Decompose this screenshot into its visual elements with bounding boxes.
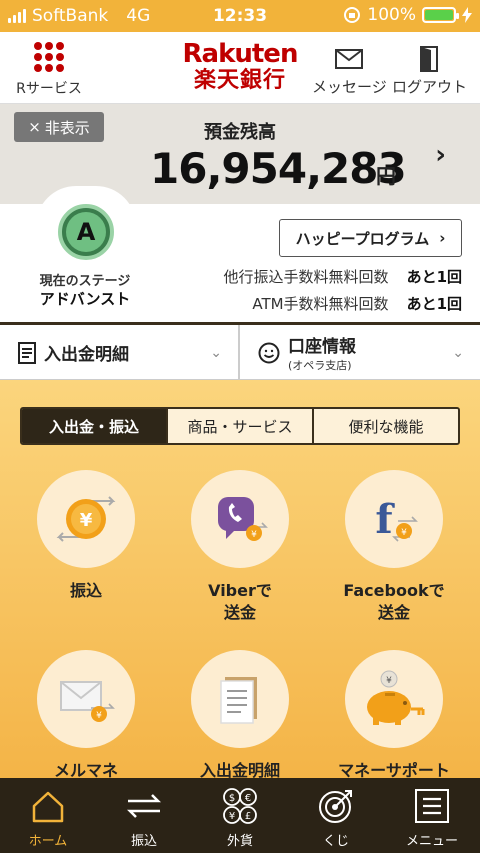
- facebook-transfer-icon: f ¥: [375, 496, 418, 543]
- logo-line1: Rakuten: [182, 39, 299, 69]
- envelope-icon: [335, 49, 364, 69]
- svg-text:¥: ¥: [229, 811, 235, 822]
- stage-panel: A 現在のステージ アドバンスト ハッピープログラム › 他行振込手数料無料回数…: [0, 186, 480, 322]
- account-label: 口座情報: [288, 337, 356, 357]
- orientation-lock-icon: [344, 7, 361, 23]
- balance-label: 預金残高: [204, 122, 276, 143]
- rakuten-bank-logo: Rakuten 楽天銀行: [180, 40, 300, 94]
- tab-deposit-transfer[interactable]: 入出金・振込: [22, 409, 168, 443]
- stage-current-value: アドバンスト: [39, 290, 131, 308]
- svg-text:f: f: [375, 496, 395, 543]
- svg-text:¥: ¥: [96, 711, 102, 721]
- feature-facebook-label: Facebookで 送金: [343, 581, 445, 622]
- piggy-bank-icon: ¥: [367, 670, 425, 725]
- feature-money-support[interactable]: ¥ マネーサポート: [319, 650, 469, 782]
- tabbar-lottery-label: くじ: [322, 834, 349, 849]
- home-icon: [32, 791, 64, 823]
- account-branch: (オペラ支店): [288, 359, 352, 372]
- transfer-fee-label: 他行振込手数料無料回数: [223, 268, 389, 286]
- logout-label: ログアウト: [392, 78, 468, 96]
- chevron-down-icon: ⌄: [210, 345, 222, 361]
- menu-icon: [415, 789, 449, 823]
- tabbar-foreign-currency[interactable]: $ € ¥ £ 外貨: [192, 778, 288, 853]
- rservice-label: Rサービス: [16, 81, 82, 97]
- smile-icon: [258, 342, 280, 363]
- tabbar-home[interactable]: ホーム: [0, 778, 96, 853]
- logo-line2: 楽天銀行: [193, 68, 286, 93]
- feature-facebook[interactable]: f ¥ Facebookで 送金: [319, 470, 469, 624]
- feature-mail-money[interactable]: ¥ メルマネ: [11, 650, 161, 782]
- svg-text:€: €: [245, 793, 251, 804]
- status-bar: SoftBank 4G 12:33 100%: [0, 0, 480, 32]
- battery-percent: 100%: [367, 5, 416, 25]
- svg-text:£: £: [245, 811, 251, 822]
- feature-area: 入出金・振込 商品・サービス 便利な機能 ¥ 振込 ¥ Viberで 送金 f …: [0, 380, 480, 780]
- feature-viber[interactable]: ¥ Viberで 送金: [165, 470, 315, 624]
- svg-text:¥: ¥: [251, 530, 257, 540]
- mail-money-icon: ¥: [60, 681, 115, 722]
- yen-coin-transfer-icon: ¥: [56, 496, 116, 542]
- balance-unit: 円: [376, 164, 396, 188]
- app-header: Rサービス Rakuten 楽天銀行 メッセージ ログアウト: [0, 32, 480, 104]
- feature-statement[interactable]: 入出金明細: [165, 650, 315, 782]
- svg-text:¥: ¥: [80, 510, 93, 531]
- charging-icon: [462, 7, 472, 23]
- tabbar-menu[interactable]: メニュー: [384, 778, 480, 853]
- account-selectors: 入出金明細 ⌄ 口座情報 (オペラ支店) ⌄: [0, 322, 480, 380]
- happy-program-button[interactable]: ハッピープログラム ›: [279, 219, 462, 257]
- tabbar-menu-label: メニュー: [405, 834, 458, 849]
- category-tabs: 入出金・振込 商品・サービス 便利な機能: [20, 407, 460, 445]
- message-label: メッセージ: [312, 78, 387, 96]
- viber-transfer-icon: ¥: [218, 497, 268, 541]
- happy-program-label: ハッピープログラム: [295, 229, 430, 248]
- transfer-fee-row: 他行振込手数料無料回数 あと1回: [224, 266, 462, 287]
- atm-fee-value: あと1回: [406, 295, 462, 313]
- chevron-right-icon[interactable]: ›: [435, 140, 446, 170]
- statement-selector[interactable]: 入出金明細 ⌄: [0, 325, 240, 380]
- tab-useful-functions[interactable]: 便利な機能: [314, 409, 458, 443]
- stage-current-label: 現在のステージ: [39, 274, 131, 289]
- transfer-fee-value: あと1回: [406, 268, 462, 286]
- rservice-button[interactable]: Rサービス: [14, 42, 84, 98]
- tabbar-transfer-label: 振込: [130, 834, 157, 849]
- balance-amount: 16,954,283: [150, 144, 407, 193]
- stage-badge-letter: A: [66, 212, 106, 252]
- svg-text:¥: ¥: [401, 528, 407, 538]
- tabbar-lottery[interactable]: くじ: [288, 778, 384, 853]
- atm-fee-row: ATM手数料無料回数 あと1回: [252, 293, 462, 314]
- feature-transfer[interactable]: ¥ 振込: [11, 470, 161, 602]
- battery-icon: [422, 7, 459, 23]
- statement-document-icon: [220, 677, 257, 724]
- account-info-selector[interactable]: 口座情報 (オペラ支店) ⌄: [240, 325, 480, 380]
- logout-button[interactable]: ログアウト: [392, 46, 467, 97]
- svg-text:¥: ¥: [386, 676, 392, 686]
- bottom-tab-bar: ホーム 振込 $ € ¥ £ 外貨 くじ メニュー: [0, 778, 480, 853]
- stage-badge: A: [58, 204, 114, 260]
- feature-transfer-label: 振込: [69, 581, 102, 600]
- tabbar-transfer[interactable]: 振込: [96, 778, 192, 853]
- document-icon: [18, 341, 36, 364]
- svg-text:$: $: [229, 793, 235, 804]
- tab-products-services[interactable]: 商品・サービス: [168, 409, 314, 443]
- transfer-arrows-icon: [126, 794, 162, 818]
- tabbar-home-label: ホーム: [28, 834, 68, 849]
- chevron-right-icon: ›: [439, 229, 446, 247]
- feature-viber-label: Viberで 送金: [208, 581, 272, 622]
- currency-icon: $ € ¥ £: [223, 788, 257, 824]
- chevron-down-icon: ⌄: [452, 345, 464, 361]
- message-button[interactable]: メッセージ: [312, 46, 387, 97]
- door-icon: [419, 46, 438, 72]
- tabbar-foreign-currency-label: 外貨: [226, 834, 253, 849]
- grid-icon: [34, 42, 64, 72]
- target-icon: [319, 790, 352, 823]
- atm-fee-label: ATM手数料無料回数: [252, 295, 389, 313]
- statement-label: 入出金明細: [44, 345, 129, 365]
